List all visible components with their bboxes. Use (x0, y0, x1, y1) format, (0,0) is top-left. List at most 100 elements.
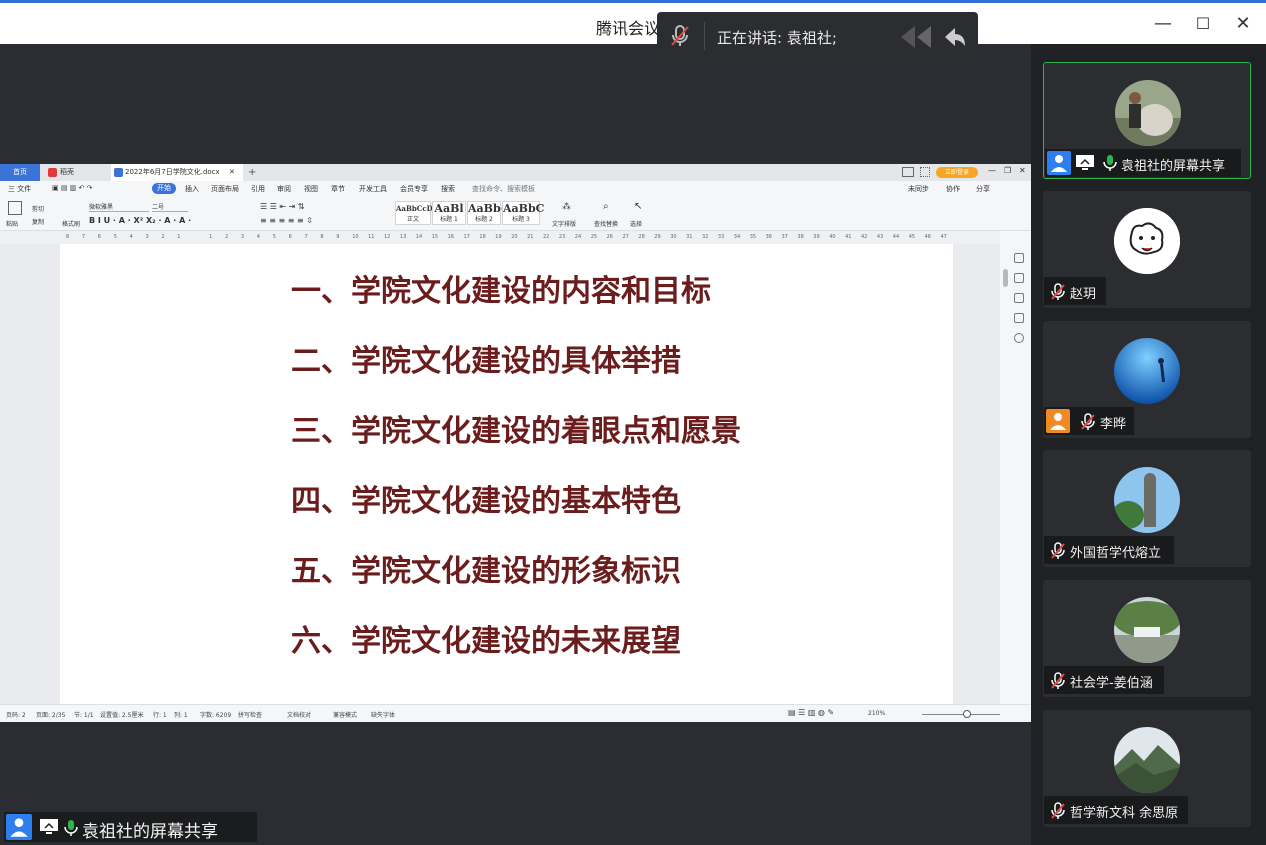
status-word-count[interactable]: 字数: 6209 (200, 710, 231, 719)
avatar (1114, 467, 1180, 533)
paragraph-buttons[interactable]: ☰ ☰ ⇤ ⇥ ⇅ (260, 202, 305, 211)
doc-minimize-icon[interactable]: — (988, 166, 996, 175)
menu-view[interactable]: 视图 (304, 184, 318, 194)
view-mode-icons[interactable]: ▤ ☰ ▥ ◍ ✎ (788, 708, 834, 717)
doc-file-icon (114, 168, 123, 177)
help-icon[interactable] (1014, 333, 1024, 343)
menu-home[interactable]: 开始 (152, 183, 176, 194)
participant-tile[interactable]: 哲学新文科 余思原 (1043, 710, 1251, 827)
ruler-mark: 33 (717, 234, 725, 240)
screen-share-icon (1075, 154, 1095, 176)
text-layout-icon: ⁂ (562, 202, 571, 212)
doc-close-icon[interactable]: ✕ (1019, 166, 1026, 175)
zoom-slider-track[interactable] (922, 714, 1000, 715)
menu-reference[interactable]: 引用 (251, 184, 265, 194)
document-page[interactable]: 一、学院文化建设的内容和目标 二、学院文化建设的具体举措 三、学院文化建设的着眼… (60, 244, 953, 704)
window-title: 腾讯会议 (596, 19, 661, 38)
style-heading-3[interactable]: AaBbC 标题 3 (502, 201, 544, 225)
menu-insert[interactable]: 插入 (185, 184, 199, 194)
cut-button[interactable]: 剪切 (32, 204, 44, 213)
participant-tile[interactable]: 赵玥 (1043, 191, 1251, 308)
tab-close-icon[interactable]: ✕ (229, 164, 235, 181)
style-h2-label: 标题 2 (475, 216, 493, 223)
ruler-mark: 18 (479, 234, 486, 240)
menu-file[interactable]: 三 文件 (8, 184, 31, 194)
close-button[interactable]: ✕ (1228, 11, 1258, 37)
avatar (1114, 338, 1180, 404)
participant-tile[interactable]: 外国哲学代熔立 (1043, 450, 1251, 567)
ruler-mark: 26 (606, 234, 613, 240)
horizontal-ruler[interactable]: 8 7 6 5 4 3 2 1 1 2 3 4 5 6 7 8 9 10 11 12 13 14 15 16 17 18 19 20 2… (0, 231, 1000, 244)
menu-collab[interactable]: 协作 (946, 184, 960, 194)
new-tab-button[interactable]: + (248, 164, 256, 181)
presenter-label: 袁祖社的屏幕共享 (4, 812, 257, 842)
search-icon: ⌕ (603, 201, 609, 212)
name-plate: 袁祖社的屏幕共享 (1045, 149, 1241, 177)
ruler-mark: 43 (876, 234, 884, 240)
layout-icon[interactable] (902, 167, 914, 177)
grid-icon[interactable] (920, 167, 930, 177)
meeting-app: 腾讯会议 — ☐ ✕ 首页 稻壳 2022年6月7日学院文化.docx ✕ + … (0, 0, 1266, 845)
screen-share-icon (38, 818, 60, 840)
participant-tile[interactable]: 袁祖社的屏幕共享 (1043, 62, 1251, 179)
text-layout-button[interactable]: 文字排版 (552, 219, 576, 228)
participant-tile[interactable]: 李晔 (1043, 321, 1251, 438)
font-size-select[interactable]: 二号 (152, 202, 188, 212)
find-replace-button[interactable]: 查找替换 (594, 219, 618, 228)
missing-font-button[interactable]: 缺失字体 (371, 710, 395, 719)
style-heading-2[interactable]: AaBb( 标题 2 (467, 201, 506, 225)
pointer-icon[interactable] (1014, 293, 1024, 303)
ruler-mark: 5 (113, 234, 117, 240)
minimize-button[interactable]: — (1148, 11, 1178, 37)
menu-dev-tools[interactable]: 开发工具 (359, 184, 387, 194)
vertical-scrollbar[interactable] (1003, 269, 1008, 287)
menu-toolbar-icons[interactable]: ▣ ▤ ▥ ↶ ↷ (52, 184, 92, 192)
ruler-mark: 28 (638, 234, 645, 240)
paste-icon[interactable] (8, 201, 22, 215)
menu-layout[interactable]: 页面布局 (211, 184, 239, 194)
menu-share[interactable]: 分享 (976, 184, 990, 194)
font-select[interactable]: 微软雅黑 (89, 202, 149, 212)
align-buttons[interactable]: ≡ ≡ ≡ ≡ ≡ ⇳ (260, 216, 313, 225)
proofread-button[interactable]: 文档校对 (287, 710, 311, 719)
tab-docer[interactable]: 稻壳 (46, 164, 106, 181)
paste-button[interactable]: 粘贴 (6, 219, 18, 228)
style-heading-1[interactable]: AaBl 标题 1 (432, 201, 466, 225)
tab-document[interactable]: 2022年6月7日学院文化.docx ✕ (111, 164, 243, 181)
person-icon (6, 814, 32, 840)
maximize-button[interactable]: ☐ (1188, 11, 1218, 37)
adjust-icon[interactable] (1014, 313, 1024, 323)
avatar (1114, 597, 1180, 663)
format-painter-button[interactable]: 格式刷 (62, 219, 80, 228)
doc-restore-icon[interactable]: ❐ (1004, 166, 1011, 175)
select-button[interactable]: 选择 (630, 219, 642, 228)
zoom-level[interactable]: 210% (868, 710, 885, 717)
collapse-icon[interactable] (901, 24, 969, 54)
sidebar-tool-icon-1[interactable] (1014, 253, 1024, 263)
copy-button[interactable]: 复制 (32, 217, 44, 226)
ruler-mark: 11 (368, 234, 375, 240)
style-normal[interactable]: AaBbCcDd 正文 (395, 201, 438, 225)
tab-home[interactable]: 首页 (0, 164, 40, 181)
command-search-input[interactable]: 查找命令、搜索模板 (472, 184, 535, 194)
name-plate: 赵玥 (1044, 277, 1106, 305)
ruler-mark: 8 (66, 234, 70, 240)
login-button[interactable]: 立即登录 (936, 167, 978, 178)
ruler-mark: 3 (240, 234, 245, 240)
zoom-slider-knob[interactable] (963, 710, 971, 718)
ruler-mark: 36 (765, 234, 772, 240)
ruler-mark: 13 (399, 234, 407, 240)
menu-member[interactable]: 会员专享 (400, 184, 428, 194)
menu-review[interactable]: 审阅 (277, 184, 291, 194)
spell-check-button[interactable]: 拼写检查 (238, 710, 262, 719)
window-title-bar: 腾讯会议 — ☐ ✕ (0, 0, 1266, 44)
participant-tile[interactable]: 社会学-姜伯涵 (1043, 580, 1251, 697)
menu-unsynced[interactable]: 未同步 (908, 184, 929, 194)
menu-section[interactable]: 章节 (331, 184, 345, 194)
ruler-mark: 32 (702, 234, 709, 240)
ruler-mark: 4 (129, 234, 133, 240)
ruler-mark: 5 (272, 234, 276, 240)
format-buttons[interactable]: B I U · A · X² X₂ · A · A · (89, 216, 191, 225)
pen-icon[interactable] (1014, 273, 1024, 283)
menu-search[interactable]: 搜索 (441, 184, 455, 194)
